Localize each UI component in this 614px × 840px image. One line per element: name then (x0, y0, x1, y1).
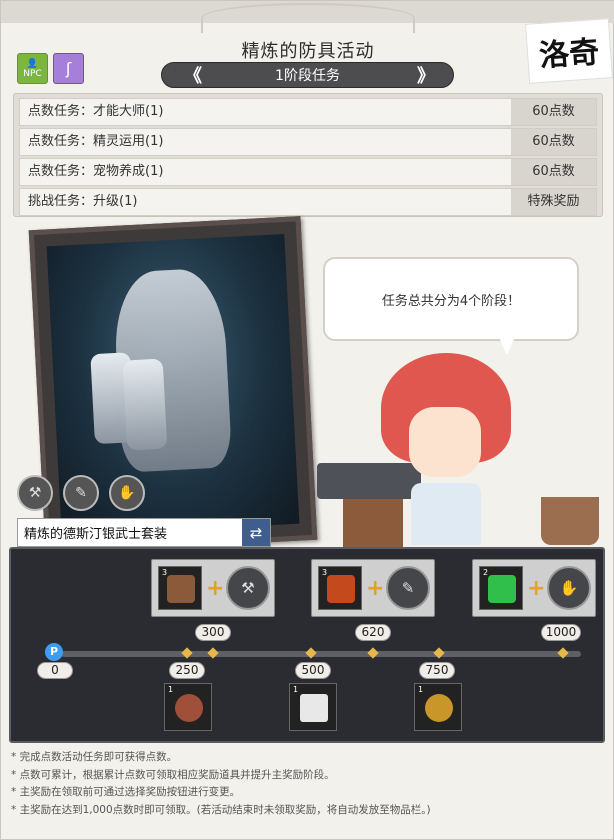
anvil-skill-icon[interactable]: ⚒ (17, 475, 53, 511)
npc-shirt (411, 483, 481, 545)
chest-icon (167, 575, 195, 603)
task-row: 点数任务：宠物养成(1) 60点数 (19, 158, 597, 186)
npc-button[interactable]: 👤 NPC (17, 53, 48, 84)
milestone-points: 300 (195, 624, 231, 641)
npc-button-label: NPC (23, 68, 42, 79)
task-reward: 特殊奖励 (511, 189, 596, 215)
feather-button[interactable]: ʃ (53, 53, 84, 84)
item-count: 3 (162, 568, 168, 577)
item-count: 2 (483, 568, 489, 577)
feather-icon: ʃ (65, 59, 72, 78)
boot-icon (122, 358, 168, 451)
mini-reward-item[interactable]: 1 (414, 683, 462, 731)
reward-slot: 3 (318, 566, 362, 610)
task-list: 点数任务：才能大师(1) 60点数 点数任务：精灵运用(1) 60点数 点数任务… (13, 93, 603, 217)
milestone-points: 1000 (541, 624, 581, 641)
task-name: 挑战任务：升级(1) (28, 194, 138, 209)
task-row: 点数任务：才能大师(1) 60点数 (19, 98, 597, 126)
item-count: 1 (418, 685, 424, 694)
item-count: 3 (322, 568, 328, 577)
event-notes: * 完成点数活动任务即可获得点数。 * 点数可累计，根据累计点数可领取相应奖励道… (11, 749, 607, 819)
reward-slot: 2 (479, 566, 523, 610)
main-reward-box[interactable]: 2 + ✋ (472, 559, 596, 617)
task-name: 点数任务：才能大师(1) (28, 104, 164, 119)
item-name-text: 精炼的德斯汀银武士套装 (24, 527, 168, 542)
plus-icon: + (527, 576, 546, 601)
task-name: 点数任务：宠物养成(1) (28, 164, 164, 179)
main-reward-box[interactable]: 3 + ✎ (311, 559, 435, 617)
note-line: * 完成点数活动任务即可获得点数。 (11, 751, 178, 763)
milestone-points: 750 (419, 662, 455, 679)
note-line: * 主奖励在领取前可通过选择奖励按钮进行变更。 (11, 786, 241, 798)
task-reward: 60点数 (511, 99, 596, 125)
stage-selector: 《 1阶段任务 》 (161, 62, 454, 88)
lantern-icon (327, 575, 355, 603)
progress-start: 0 (37, 662, 73, 679)
coal-pot-icon (541, 497, 599, 545)
orb-icon (425, 694, 453, 722)
milestone-points: 250 (169, 662, 205, 679)
mini-reward-item[interactable]: 1 (164, 683, 212, 731)
milestone-points: 500 (295, 662, 331, 679)
next-stage-button[interactable]: 》 (417, 62, 435, 88)
npc-face (409, 407, 481, 477)
person-icon: 👤 (26, 58, 39, 69)
giftbox-icon (300, 694, 328, 722)
task-row: 挑战任务：升级(1) 特殊奖励 (19, 188, 597, 216)
skill-icon-row: ⚒ ✎ ✋ (17, 475, 145, 511)
main-reward-box[interactable]: 3 + ⚒ (151, 559, 275, 617)
hand-skill-icon[interactable]: ✋ (109, 475, 145, 511)
item-name-bar: 精炼的德斯汀银武士套装 ⇄ (17, 518, 271, 547)
reward-panel: 3 + ⚒ 3 + ✎ 2 + ✋ 300 620 1000 P 0 250 5… (9, 547, 605, 743)
task-reward: 60点数 (511, 129, 596, 155)
task-reward: 60点数 (511, 159, 596, 185)
reward-slot: 3 (158, 566, 202, 610)
note-line: * 点数可累计，根据累计点数可领取相应奖励道具并提升主奖励阶段。 (11, 768, 335, 781)
note-line: * 主奖励在达到1,000点数时即可领取。(若活动结束时未领取奖励，将自动发放至… (11, 803, 431, 816)
npc-character (381, 353, 511, 545)
anvil-skill-icon: ⚒ (226, 566, 270, 610)
bag-icon (175, 694, 203, 722)
hand-skill-icon: ✋ (547, 566, 591, 610)
npc-speech-bubble: 任务总共分为4个阶段！ (323, 257, 579, 341)
swap-icon: ⇄ (249, 523, 263, 542)
plus-icon: + (366, 576, 385, 601)
potion-icon (488, 575, 516, 603)
scroll-skill-icon: ✎ (386, 566, 430, 610)
item-count: 1 (293, 685, 299, 694)
task-row: 点数任务：精灵运用(1) 60点数 (19, 128, 597, 156)
scroll-skill-icon[interactable]: ✎ (63, 475, 99, 511)
plus-icon: + (206, 576, 225, 601)
window-title: 精炼的防具活动 (241, 41, 375, 62)
event-window: 精炼的防具活动 👤 NPC ʃ 《 1阶段任务 》 洛奇 点数任务：才能大师(1… (0, 0, 614, 840)
progress-marker: P (45, 643, 63, 661)
mini-reward-item[interactable]: 1 (289, 683, 337, 731)
task-name: 点数任务：精灵运用(1) (28, 134, 164, 149)
prev-stage-button[interactable]: 《 (184, 62, 202, 88)
game-logo: 洛奇 (525, 18, 613, 84)
progress-track (61, 651, 581, 657)
milestone-points: 620 (355, 624, 391, 641)
stage-label: 1阶段任务 (275, 68, 340, 84)
item-count: 1 (168, 685, 174, 694)
swap-item-button[interactable]: ⇄ (242, 519, 270, 546)
title-ornament (201, 3, 415, 33)
